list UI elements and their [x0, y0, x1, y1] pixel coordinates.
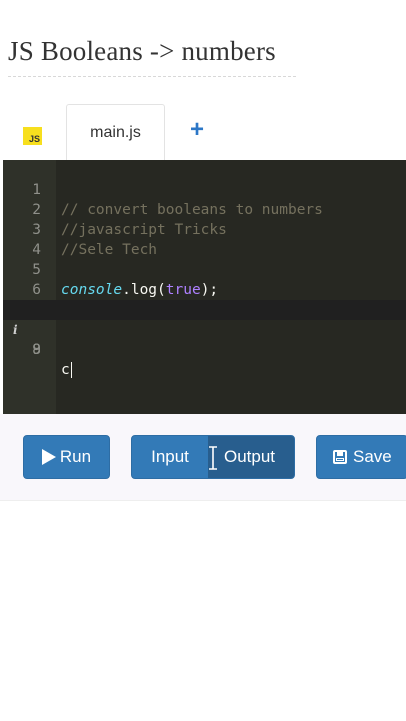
code-line: 3 //Sele Tech	[3, 200, 406, 258]
code-line-active: i 8 c	[3, 300, 406, 378]
tab-main-js[interactable]: main.js	[66, 104, 165, 161]
text-cursor-icon	[209, 446, 217, 470]
run-label: Run	[59, 447, 92, 466]
floppy-disk-icon	[333, 450, 347, 464]
text-cursor	[70, 362, 72, 378]
code-line: 6 console.log(+true);	[3, 260, 406, 318]
title-divider	[8, 76, 296, 77]
play-icon	[41, 449, 56, 465]
page-title: JS Booleans -> numbers	[8, 36, 276, 66]
output-tab-button[interactable]: Output	[208, 436, 294, 478]
code-typed-text: c	[61, 362, 70, 378]
output-label: Output	[224, 447, 276, 466]
js-language-icon[interactable]: JS	[23, 127, 42, 145]
save-label: Save	[353, 447, 392, 466]
output-panel	[0, 500, 406, 721]
code-line: 2 //javascript Tricks	[3, 180, 406, 238]
input-output-toggle[interactable]: Input Output	[131, 435, 295, 479]
code-text: c	[61, 360, 72, 380]
code-line: 9	[3, 320, 406, 358]
save-button[interactable]: Save	[316, 435, 406, 479]
line-number: 9	[32, 342, 41, 358]
code-line: 5 console.log(true);	[3, 240, 406, 298]
input-label: Input	[151, 447, 189, 466]
code-editor[interactable]: 1 // convert booleans to numbers 2 //jav…	[3, 160, 406, 414]
input-tab-button[interactable]: Input	[132, 436, 208, 478]
code-line: 7	[3, 280, 406, 318]
code-line: 4	[3, 220, 406, 258]
add-tab-icon[interactable]: +	[186, 117, 208, 143]
run-button[interactable]: Run	[23, 435, 110, 479]
code-line: 1 // convert booleans to numbers	[3, 160, 406, 218]
